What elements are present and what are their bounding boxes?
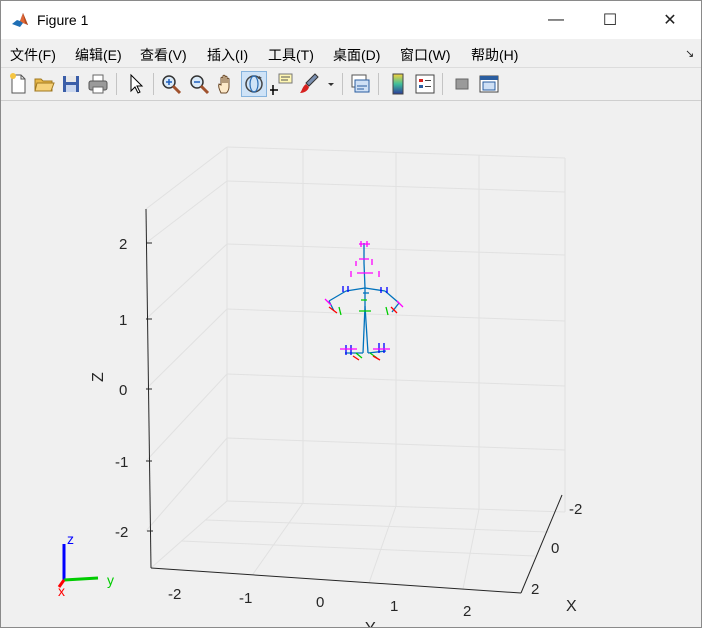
title-bar: Figure 1 — ☐ ✕: [1, 1, 701, 39]
colorbar-icon[interactable]: [386, 72, 410, 96]
brush-icon[interactable]: [297, 72, 321, 96]
menu-file[interactable]: 文件(F): [10, 45, 56, 65]
toolbar-separator: [116, 73, 117, 95]
z-tick-label: 2: [119, 236, 127, 253]
menu-desktop[interactable]: 桌面(D): [333, 45, 380, 65]
z-axis-label: Z: [90, 372, 107, 382]
y-tick-label: -2: [168, 586, 181, 603]
menu-insert[interactable]: 插入(I): [207, 45, 248, 65]
triad-y-label: y: [107, 572, 114, 588]
axis-lines: [145, 208, 563, 594]
legend-icon[interactable]: [413, 72, 437, 96]
z-tick-label: -2: [115, 524, 128, 541]
select-pointer-icon[interactable]: [124, 72, 148, 96]
menu-window[interactable]: 窗口(W): [400, 45, 451, 65]
data-cursor-icon[interactable]: [270, 72, 294, 96]
menu-view[interactable]: 查看(V): [140, 45, 187, 65]
zoom-in-icon[interactable]: [159, 72, 183, 96]
menu-help[interactable]: 帮助(H): [471, 45, 518, 65]
new-figure-icon[interactable]: [6, 72, 30, 96]
minimize-button[interactable]: —: [533, 1, 579, 39]
x-tick-label: -2: [569, 501, 582, 518]
toolbar-separator: [153, 73, 154, 95]
figure-window: Figure 1 — ☐ ✕ 文件(F) 编辑(E) 查看(V) 插入(I) 工…: [0, 0, 702, 628]
pan-hand-icon[interactable]: [214, 72, 238, 96]
z-tick-label: 0: [119, 382, 127, 399]
toolbar-separator: [342, 73, 343, 95]
triad-z-label: z: [67, 531, 74, 547]
grid-lines: [145, 146, 566, 590]
menu-edit[interactable]: 编辑(E): [75, 45, 122, 65]
show-plot-tools-icon[interactable]: [477, 72, 501, 96]
print-icon[interactable]: [86, 72, 110, 96]
y-tick-label: 1: [390, 598, 398, 615]
triad-x-label: x: [58, 583, 65, 599]
x-tick-label: 0: [551, 540, 559, 557]
y-tick-label: -1: [239, 590, 252, 607]
menu-tools[interactable]: 工具(T): [268, 45, 314, 65]
window-title: Figure 1: [37, 12, 89, 28]
zoom-out-icon[interactable]: [187, 72, 211, 96]
link-plot-icon[interactable]: [348, 72, 372, 96]
hide-plot-tools-icon[interactable]: [450, 72, 474, 96]
y-axis-label: Y: [365, 620, 376, 627]
orientation-triad: [57, 544, 99, 588]
x-axis-label: X: [566, 598, 577, 615]
3d-axes[interactable]: 2 1 0 -1 -2 Z -2 -1 0 1 2 Y -2 0 2 X: [1, 101, 701, 627]
skeleton-plot[interactable]: [324, 241, 404, 361]
menu-overflow-arrow-icon[interactable]: ↘: [685, 47, 694, 60]
save-icon[interactable]: [59, 72, 83, 96]
rotate-3d-icon[interactable]: [241, 71, 267, 97]
menu-bar: 文件(F) 编辑(E) 查看(V) 插入(I) 工具(T) 桌面(D) 窗口(W…: [1, 39, 701, 68]
brush-dropdown-icon[interactable]: [324, 72, 338, 96]
z-tick-label: -1: [115, 454, 128, 471]
close-button[interactable]: ✕: [647, 1, 693, 39]
x-tick-label: 2: [531, 581, 539, 598]
z-tick-label: 1: [119, 312, 127, 329]
y-tick-label: 2: [463, 603, 471, 620]
maximize-button[interactable]: ☐: [587, 1, 633, 39]
open-file-icon[interactable]: [32, 72, 56, 96]
y-tick-label: 0: [316, 594, 324, 611]
toolbar-separator: [442, 73, 443, 95]
figure-toolbar: [1, 68, 701, 101]
matlab-logo-icon: [11, 11, 29, 29]
toolbar-separator: [378, 73, 379, 95]
